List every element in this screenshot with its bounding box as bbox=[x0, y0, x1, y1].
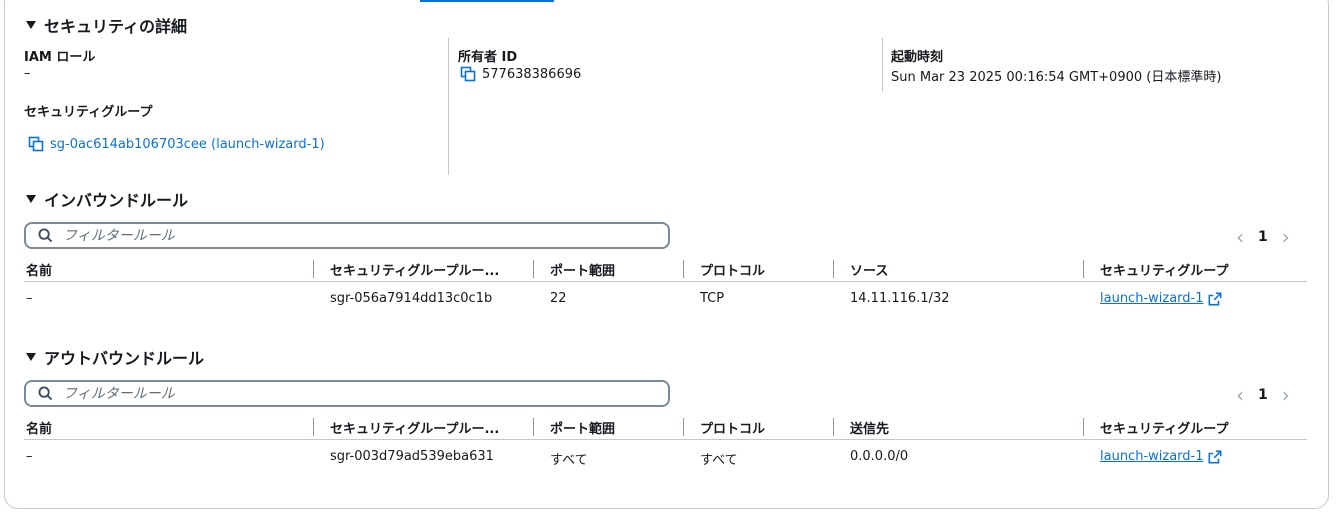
chevron-right-icon[interactable]: › bbox=[1282, 383, 1290, 407]
security-group-link[interactable]: launch-wizard-1 bbox=[1100, 449, 1222, 464]
table-row: – sgr-056a7914dd13c0c1b 22 TCP 14.11.116… bbox=[24, 282, 1307, 316]
column-resizer[interactable] bbox=[683, 418, 684, 436]
column-resizer[interactable] bbox=[1083, 260, 1084, 278]
outbound-rules-table: 名前 セキュリティグループルー... ポート範囲 プロトコル 送信先 セキュリテ… bbox=[24, 414, 1307, 474]
table-header: 名前 セキュリティグループルー... ポート範囲 プロトコル ソース セキュリテ… bbox=[24, 256, 1307, 282]
cell-rule-id: sgr-003d79ad539eba631 bbox=[330, 449, 494, 464]
security-details-header[interactable]: セキュリティの詳細 bbox=[26, 13, 187, 37]
outbound-rules-header[interactable]: アウトバウンドルール bbox=[26, 345, 204, 369]
column-resizer[interactable] bbox=[533, 260, 534, 278]
column-header-security-group[interactable]: セキュリティグループ bbox=[1100, 418, 1228, 437]
column-resizer[interactable] bbox=[313, 418, 314, 436]
column-header-port-range[interactable]: ポート範囲 bbox=[550, 260, 615, 279]
inbound-rules-header[interactable]: インバウンドルール bbox=[26, 187, 188, 211]
search-icon bbox=[38, 228, 53, 243]
cell-security-group[interactable]: launch-wizard-1 bbox=[1100, 449, 1222, 464]
owner-id-value: 577638386696 bbox=[482, 66, 582, 82]
inbound-rules-title: インバウンドルール bbox=[44, 191, 189, 210]
cell-name: – bbox=[26, 291, 33, 306]
security-group-link[interactable]: sg-0ac614ab106703cee (launch-wizard-1) bbox=[50, 137, 325, 152]
inbound-rules-table: 名前 セキュリティグループルー... ポート範囲 プロトコル ソース セキュリテ… bbox=[24, 256, 1307, 316]
cell-port-range: すべて bbox=[550, 453, 588, 468]
cell-destination: 0.0.0.0/0 bbox=[850, 449, 909, 464]
column-header-source[interactable]: ソース bbox=[850, 260, 888, 279]
column-header-security-group[interactable]: セキュリティグループ bbox=[1100, 260, 1228, 279]
outbound-filter-input[interactable] bbox=[63, 385, 623, 402]
launch-time-value: Sun Mar 23 2025 00:16:54 GMT+0900 (日本標準時… bbox=[891, 70, 1222, 85]
copy-icon[interactable] bbox=[460, 66, 476, 82]
column-header-name[interactable]: 名前 bbox=[26, 260, 52, 279]
caret-down-icon bbox=[26, 21, 36, 29]
column-divider bbox=[448, 38, 449, 175]
cell-protocol: すべて bbox=[700, 453, 738, 468]
table-row: – sgr-003d79ad539eba631 すべて すべて 0.0.0.0/… bbox=[24, 440, 1307, 474]
cell-name: – bbox=[26, 449, 33, 464]
cell-rule-id: sgr-056a7914dd13c0c1b bbox=[330, 291, 493, 306]
column-divider bbox=[882, 38, 883, 92]
column-resizer[interactable] bbox=[313, 260, 314, 278]
security-group-copy[interactable]: sg-0ac614ab106703cee (launch-wizard-1) bbox=[28, 136, 325, 152]
copy-icon[interactable] bbox=[28, 136, 44, 152]
column-header-rule-id[interactable]: セキュリティグループルー... bbox=[330, 260, 499, 279]
active-tab-indicator bbox=[420, 0, 554, 2]
caret-down-icon bbox=[26, 195, 36, 203]
column-header-name[interactable]: 名前 bbox=[26, 418, 52, 437]
inbound-filter-input[interactable] bbox=[63, 227, 623, 244]
security-group-link-text[interactable]: launch-wizard-1 bbox=[1100, 449, 1204, 464]
column-header-protocol[interactable]: プロトコル bbox=[700, 260, 765, 279]
search-icon bbox=[38, 386, 53, 401]
chevron-left-icon[interactable]: ‹ bbox=[1236, 383, 1244, 407]
column-resizer[interactable] bbox=[683, 260, 684, 278]
inbound-pagination: ‹ 1 › bbox=[1236, 225, 1290, 249]
chevron-right-icon[interactable]: › bbox=[1282, 225, 1290, 249]
inbound-current-page[interactable]: 1 bbox=[1258, 229, 1268, 245]
column-resizer[interactable] bbox=[833, 260, 834, 278]
outbound-filter-input-box[interactable] bbox=[24, 380, 670, 407]
cell-port-range: 22 bbox=[550, 291, 567, 306]
owner-id-label: 所有者 ID bbox=[458, 50, 518, 65]
outbound-current-page[interactable]: 1 bbox=[1258, 387, 1268, 403]
owner-id-copy[interactable]: 577638386696 bbox=[460, 66, 581, 82]
column-header-port-range[interactable]: ポート範囲 bbox=[550, 418, 615, 437]
column-resizer[interactable] bbox=[533, 418, 534, 436]
security-group-link[interactable]: launch-wizard-1 bbox=[1100, 291, 1222, 306]
column-header-destination[interactable]: 送信先 bbox=[850, 418, 889, 437]
column-resizer[interactable] bbox=[833, 418, 834, 436]
outbound-pagination: ‹ 1 › bbox=[1236, 383, 1290, 407]
table-header: 名前 セキュリティグループルー... ポート範囲 プロトコル 送信先 セキュリテ… bbox=[24, 414, 1307, 440]
iam-role-label: IAM ロール bbox=[24, 50, 96, 65]
chevron-left-icon[interactable]: ‹ bbox=[1236, 225, 1244, 249]
column-header-rule-id[interactable]: セキュリティグループルー... bbox=[330, 418, 499, 437]
column-header-protocol[interactable]: プロトコル bbox=[700, 418, 765, 437]
external-link-icon bbox=[1208, 292, 1221, 305]
outbound-rules-title: アウトバウンドルール bbox=[44, 349, 205, 368]
security-group-link-text[interactable]: launch-wizard-1 bbox=[1100, 291, 1204, 306]
inbound-filter-input-box[interactable] bbox=[24, 222, 670, 249]
iam-role-value: – bbox=[24, 66, 31, 81]
caret-down-icon bbox=[26, 353, 36, 361]
security-details-title: セキュリティの詳細 bbox=[44, 17, 188, 36]
external-link-icon bbox=[1208, 450, 1221, 463]
column-resizer[interactable] bbox=[1083, 418, 1084, 436]
cell-source: 14.11.116.1/32 bbox=[850, 291, 950, 306]
security-groups-label: セキュリティグループ bbox=[24, 105, 153, 120]
cell-protocol: TCP bbox=[700, 291, 725, 306]
launch-time-label: 起動時刻 bbox=[891, 50, 944, 65]
cell-security-group[interactable]: launch-wizard-1 bbox=[1100, 291, 1222, 306]
